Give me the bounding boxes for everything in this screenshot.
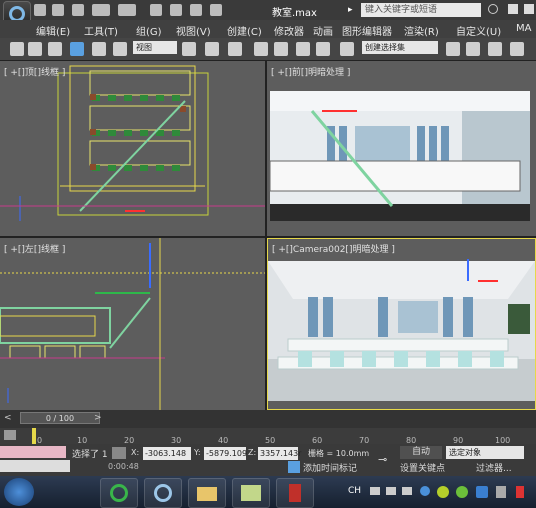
named-selection-dropdown[interactable]: 创建选择集 (362, 41, 438, 54)
z-coordinate-input[interactable]: 3357.143r (258, 447, 301, 460)
new-file-icon[interactable] (34, 4, 46, 16)
search-input[interactable]: 键入关键字或短语 (361, 3, 481, 17)
menu-maxscript[interactable]: MA (516, 23, 531, 34)
y-coordinate-input[interactable]: -5879.109 (204, 447, 247, 460)
viewport-left[interactable]: [ +[]左[]线框 ] (0, 238, 265, 410)
project-icon[interactable] (150, 4, 162, 16)
document-title: 教室.max (272, 8, 317, 19)
add-tray-icon[interactable] (437, 486, 449, 498)
mini-curve-editor-icon[interactable] (4, 430, 16, 440)
z-label: Z: (248, 448, 257, 457)
current-frame-marker (32, 428, 36, 444)
help-icon[interactable] (524, 4, 534, 14)
tray-icon[interactable] (402, 487, 412, 495)
menu-graph-editors[interactable]: 图形编辑器 (342, 23, 392, 38)
grid-size: 栅格 = 10.0mm (308, 449, 370, 458)
app-taskbar-icon[interactable] (232, 478, 270, 508)
menu-create[interactable]: 创建(C) (227, 23, 262, 38)
viewport-camera[interactable]: [ +[]Camera002[]明暗处理 ] (267, 238, 536, 410)
select-rotate-icon[interactable] (92, 42, 106, 56)
percent-snap-icon[interactable] (296, 42, 310, 56)
left-view-drawing (0, 238, 265, 410)
key-filter-dropdown[interactable]: 选定对象 (446, 446, 524, 459)
auto-key-button[interactable]: 自动 (400, 446, 442, 459)
top-view-drawing (0, 65, 265, 221)
viewport-top-label[interactable]: [ +[]顶[]线框 ] (4, 65, 65, 78)
viewport-front[interactable]: [ +[]前[]明暗处理 ] (267, 61, 536, 236)
front-view-drawing (269, 91, 530, 221)
arrow-icon: ▸ (348, 5, 353, 15)
x-label: X: (131, 448, 140, 457)
angle-snap-icon[interactable] (274, 42, 288, 56)
select-move-icon[interactable] (70, 42, 84, 56)
lock-selection-icon[interactable] (112, 447, 126, 459)
menu-modifiers[interactable]: 修改器 (274, 23, 304, 38)
add-time-tag[interactable]: 添加时间标记 (303, 461, 357, 474)
key-filters-button[interactable]: 过滤器... (476, 461, 512, 474)
camera-view-drawing (268, 259, 535, 401)
link-icon[interactable] (170, 4, 182, 16)
save-icon[interactable] (72, 4, 84, 16)
select-manipulate-icon[interactable] (205, 42, 219, 56)
undo-toolbar-icon[interactable] (10, 42, 24, 56)
prev-frame-icon[interactable]: < (4, 413, 12, 423)
mini-window-controls[interactable] (0, 460, 70, 472)
x-coordinate-input[interactable]: -3063.148 (143, 447, 191, 460)
shield-icon[interactable] (476, 486, 488, 498)
select-region-icon[interactable] (28, 42, 42, 56)
media-taskbar-icon[interactable] (276, 478, 314, 508)
align-icon[interactable] (466, 42, 480, 56)
window-crossing-icon[interactable] (48, 42, 62, 56)
keyboard-shortcut-icon[interactable] (228, 42, 242, 56)
battery-icon[interactable] (516, 486, 524, 498)
viewport-left-label[interactable]: [ +[]左[]线框 ] (4, 242, 65, 255)
open-file-icon[interactable] (52, 4, 64, 16)
time-slider[interactable]: 0 / 100 (20, 412, 100, 424)
edit-named-selection-icon[interactable] (340, 42, 354, 56)
language-indicator[interactable]: CH (348, 486, 361, 496)
viewport-camera-label[interactable]: [ +[]Camera002[]明暗处理 ] (272, 242, 395, 255)
explorer-taskbar-icon[interactable] (188, 478, 226, 508)
menu-customize[interactable]: 自定义(U) (456, 23, 501, 38)
unlink-icon[interactable] (190, 4, 202, 16)
tray-icon[interactable] (386, 487, 396, 495)
star-icon[interactable] (508, 4, 518, 14)
search-icon[interactable] (488, 4, 498, 14)
viewport-top[interactable]: [ +[]顶[]线框 ] (0, 61, 265, 236)
key-icon[interactable]: ⊸ (378, 453, 387, 466)
start-button-icon[interactable] (4, 478, 34, 506)
help-tray-icon[interactable] (420, 486, 430, 496)
reference-coordinate-dropdown[interactable]: 视图 (133, 41, 177, 54)
y-label: Y: (194, 448, 201, 457)
viewport-front-label[interactable]: [ +[]前[]明暗处理 ] (271, 65, 350, 78)
menu-animation[interactable]: 动画 (313, 23, 333, 38)
keyboard-icon[interactable] (370, 487, 380, 495)
network-icon[interactable] (496, 486, 506, 498)
redo-icon[interactable] (118, 4, 136, 16)
graphite-icon[interactable] (510, 42, 524, 56)
ie-taskbar-icon[interactable] (100, 478, 138, 508)
snaps-toggle-icon[interactable] (254, 42, 268, 56)
select-scale-icon[interactable] (113, 42, 127, 56)
menu-edit[interactable]: 编辑(E) (36, 23, 70, 38)
pivot-center-icon[interactable] (182, 42, 196, 56)
layer-manager-icon[interactable] (488, 42, 502, 56)
menu-tools[interactable]: 工具(T) (84, 23, 118, 38)
spinner-snap-icon[interactable] (316, 42, 330, 56)
render-time: 0:00:48 (108, 462, 139, 471)
next-frame-icon[interactable]: > (94, 413, 102, 423)
undo-icon[interactable] (92, 4, 110, 16)
menu-views[interactable]: 视图(V) (176, 23, 211, 38)
3dsmax-taskbar-icon[interactable] (144, 478, 182, 508)
time-tag-icon (288, 461, 300, 473)
menu-rendering[interactable]: 渲染(R) (404, 23, 439, 38)
maxscript-listener[interactable] (0, 446, 66, 458)
menu-group[interactable]: 组(G) (136, 23, 162, 38)
selection-count: 选择了 1 (72, 450, 108, 460)
set-key-button[interactable]: 设置关键点 (400, 461, 446, 474)
bind-icon[interactable] (210, 4, 222, 16)
update-tray-icon[interactable] (456, 486, 468, 498)
mirror-icon[interactable] (446, 42, 460, 56)
